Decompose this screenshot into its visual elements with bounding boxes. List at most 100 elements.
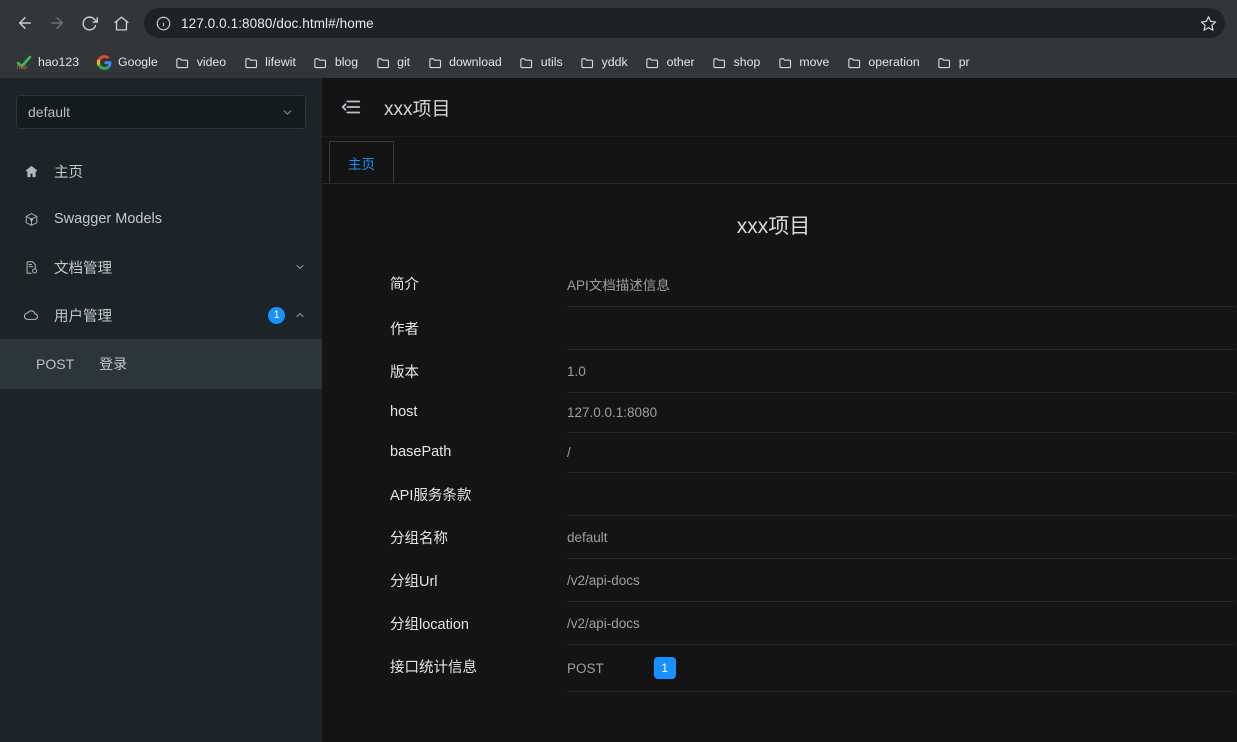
group-select[interactable]: default	[16, 95, 306, 129]
chevron-down-icon[interactable]	[294, 261, 306, 273]
bookmark-star-icon[interactable]	[1195, 10, 1221, 36]
folder-icon	[243, 54, 259, 70]
row-value: 1.0	[567, 350, 1234, 393]
hao123-favicon: hao	[16, 54, 32, 70]
tab-home[interactable]: 主页	[329, 141, 394, 183]
http-method-label: POST	[36, 356, 75, 372]
folder-icon	[175, 54, 191, 70]
row-value: /v2/api-docs	[567, 602, 1234, 645]
back-button[interactable]	[10, 8, 40, 38]
table-row: 作者	[322, 307, 1237, 350]
content-area: xxx项目 主页 xxx项目 简介 API文档描述信息 作者 版本 1.0 ho…	[322, 78, 1237, 742]
bookmark-blog[interactable]: blog	[305, 50, 366, 74]
bookmark-google[interactable]: Google	[88, 50, 166, 74]
cube-icon	[22, 212, 40, 227]
table-row: 简介 API文档描述信息	[322, 262, 1237, 307]
row-label: 分组Url	[390, 574, 438, 590]
doc-title: xxx项目	[736, 215, 811, 238]
row-value: API文档描述信息	[567, 262, 1234, 307]
bookmark-label: operation	[868, 55, 920, 69]
row-value: default	[567, 516, 1234, 559]
content-header: xxx项目	[322, 78, 1237, 136]
page-title: xxx项目	[384, 98, 451, 120]
table-row: basePath /	[322, 433, 1237, 473]
folder-icon	[519, 54, 535, 70]
sidebar-item-label: 文档管理	[54, 260, 112, 277]
bookmark-label: yddk	[601, 55, 628, 69]
bookmark-label: video	[196, 55, 227, 69]
sidebar-item-swagger-models[interactable]: Swagger Models	[0, 195, 322, 243]
row-label: 分组名称	[390, 531, 448, 547]
info-circle-icon[interactable]	[154, 14, 172, 32]
info-table: 简介 API文档描述信息 作者 版本 1.0 host 127.0.0.1:80…	[322, 262, 1237, 692]
menu-fold-icon[interactable]	[340, 96, 362, 118]
document-settings-icon	[22, 260, 40, 275]
row-label: 作者	[390, 322, 419, 338]
row-value	[567, 473, 1234, 516]
bookmark-lifewit[interactable]: lifewit	[235, 50, 304, 74]
folder-icon	[580, 54, 596, 70]
row-label: basePath	[390, 444, 452, 460]
row-value: POST 1	[567, 645, 1234, 692]
folder-icon	[375, 54, 391, 70]
bookmark-yddk[interactable]: yddk	[572, 50, 636, 74]
table-row: 分组location /v2/api-docs	[322, 602, 1237, 645]
reload-button[interactable]	[74, 8, 104, 38]
bookmark-shop[interactable]: shop	[704, 50, 769, 74]
browser-chrome: 127.0.0.1:8080/doc.html#/home hao hao123…	[0, 0, 1237, 78]
bookmark-label: pr	[958, 55, 970, 69]
table-row-api-stats: 接口统计信息 POST 1	[322, 645, 1237, 692]
svg-text:hao: hao	[17, 65, 28, 70]
tab-label: 主页	[348, 156, 375, 172]
table-row: host 127.0.0.1:8080	[322, 393, 1237, 433]
bookmark-move[interactable]: move	[769, 50, 837, 74]
document-info-panel: xxx项目 简介 API文档描述信息 作者 版本 1.0 host 127.0.…	[322, 184, 1237, 742]
folder-icon	[937, 54, 953, 70]
row-label: 接口统计信息	[390, 660, 477, 676]
bookmark-git[interactable]: git	[367, 50, 418, 74]
api-count-badge: 1	[653, 657, 676, 679]
folder-icon	[712, 54, 728, 70]
bookmark-pr[interactable]: pr	[929, 50, 978, 74]
sidebar-item-label: 主页	[54, 164, 83, 181]
bookmark-hao123[interactable]: hao hao123	[8, 50, 87, 74]
folder-icon	[313, 54, 329, 70]
bookmark-label: download	[449, 55, 502, 69]
folder-icon	[427, 54, 443, 70]
bookmark-download[interactable]: download	[419, 50, 510, 74]
google-favicon	[96, 54, 112, 70]
bookmark-label: hao123	[38, 55, 80, 69]
bookmark-utils[interactable]: utils	[511, 50, 571, 74]
sidebar-item-document-management[interactable]: 文档管理	[0, 243, 322, 291]
bookmark-label: other	[666, 55, 695, 69]
row-label: 简介	[390, 277, 419, 293]
sidebar-item-badge: 1	[268, 306, 285, 324]
home-icon	[22, 164, 40, 179]
bookmark-label: git	[397, 55, 411, 69]
home-button[interactable]	[106, 8, 136, 38]
sidebar-item-home[interactable]: 主页	[0, 147, 322, 195]
cloud-icon	[22, 307, 40, 324]
chevron-down-icon	[281, 106, 294, 119]
sidebar-subitem-label: 登录	[99, 356, 128, 372]
row-label: host	[390, 404, 418, 420]
sidebar-subitem-login[interactable]: POST 登录	[0, 339, 322, 389]
bookmark-operation[interactable]: operation	[838, 50, 927, 74]
tab-bar: 主页	[322, 136, 1237, 184]
bookmark-other[interactable]: other	[637, 50, 703, 74]
bookmark-video[interactable]: video	[167, 50, 234, 74]
folder-icon	[645, 54, 661, 70]
forward-button[interactable]	[42, 8, 72, 38]
table-row: API服务条款	[322, 473, 1237, 516]
sidebar-item-user-management[interactable]: 用户管理 1	[0, 291, 322, 339]
table-row: 版本 1.0	[322, 350, 1237, 393]
group-select-value: default	[28, 104, 71, 120]
row-label: API服务条款	[390, 488, 472, 504]
sidebar: default 主页 Swagger Models 文档管理 用户管理 1 PO…	[0, 78, 322, 742]
table-row: 分组名称 default	[322, 516, 1237, 559]
sidebar-item-label: Swagger Models	[54, 211, 162, 227]
address-bar[interactable]: 127.0.0.1:8080/doc.html#/home	[144, 8, 1225, 38]
chevron-up-icon[interactable]	[294, 309, 306, 321]
folder-icon	[846, 54, 862, 70]
bookmarks-bar: hao hao123 Google video lifewit blog git	[0, 46, 1237, 78]
